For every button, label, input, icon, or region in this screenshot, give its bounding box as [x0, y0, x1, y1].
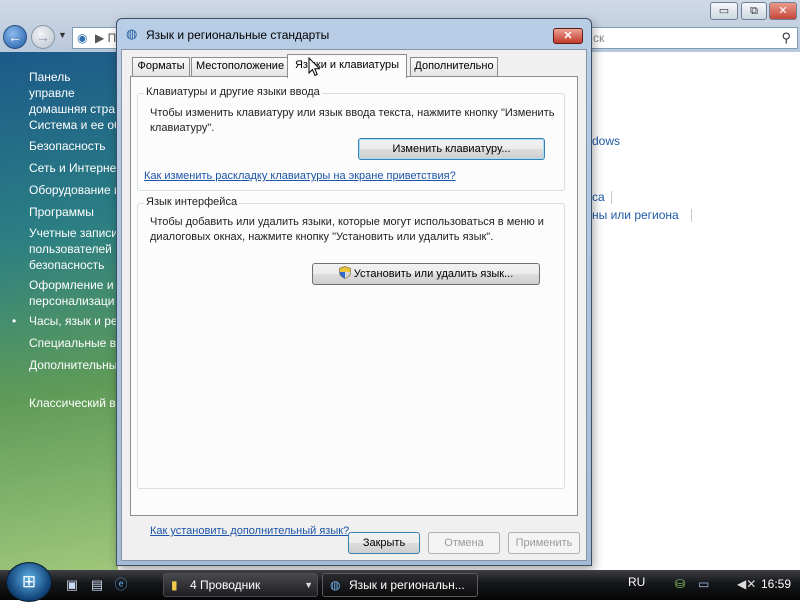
internet-explorer-icon[interactable]: ⓔ [113, 577, 129, 593]
search-input[interactable]: ск ⚲ [590, 27, 798, 49]
search-placeholder: ск [593, 31, 605, 45]
main-link-fragment[interactable]: dows [592, 134, 620, 148]
sidebar-item-home[interactable]: Панель управле домашняя стра [29, 69, 118, 117]
network-icon[interactable]: ⛁ [675, 577, 685, 591]
control-panel-sidebar: Панель управле домашняя стра Система и е… [0, 52, 118, 570]
volume-muted-icon[interactable]: ◀✕ [737, 577, 756, 591]
keyboard-group-title: Клавиатуры и другие языки ввода [144, 86, 322, 98]
apply-button[interactable]: Применить [508, 532, 580, 554]
tab-location[interactable]: Местоположение [191, 57, 289, 76]
keyboard-group: Клавиатуры и другие языки ввода Чтобы из… [137, 86, 565, 191]
main-link-fragment[interactable]: ны или региона [592, 208, 679, 222]
tab-panel: Клавиатуры и другие языки ввода Чтобы из… [130, 76, 578, 516]
forward-arrow-icon[interactable]: → [31, 25, 55, 49]
link-separator [691, 209, 692, 222]
tab-formats[interactable]: Форматы [132, 57, 190, 76]
close-window-button[interactable]: ✕ [769, 2, 797, 20]
change-keyboard-button[interactable]: Изменить клавиатуру... [358, 138, 545, 160]
cancel-button[interactable]: Отмена [428, 532, 500, 554]
display-language-description: Чтобы добавить или удалить языки, которы… [150, 216, 544, 243]
switch-windows-icon[interactable]: ▤ [89, 577, 105, 593]
language-indicator[interactable]: RU [628, 575, 645, 589]
search-icon[interactable]: ⚲ [781, 30, 791, 46]
control-panel-icon: ◉ [77, 31, 88, 45]
sidebar-item-accessibility[interactable]: Специальные в [29, 335, 116, 351]
taskbar-button-explorer[interactable]: ▮ 4 Проводник ▼ [163, 573, 318, 597]
globe-icon: ◍ [330, 578, 341, 592]
sidebar-item-accounts[interactable]: Учетные записи пользователей безопасност… [29, 225, 118, 273]
display-language-group: Язык интерфейса Чтобы добавить или удали… [137, 196, 565, 489]
tab-advanced[interactable]: Дополнительно [410, 57, 498, 76]
region-language-dialog: ◍ Язык и региональные стандарты ✕ Формат… [116, 18, 592, 566]
install-language-label: Установить или удалить язык... [353, 268, 514, 280]
sidebar-item-system[interactable]: Система и ее об [29, 117, 118, 133]
link-separator [611, 191, 612, 204]
sidebar-item-hardware[interactable]: Оборудование и [29, 182, 118, 198]
display-language-group-title: Язык интерфейса [144, 196, 240, 208]
main-link-fragment[interactable]: са [592, 190, 605, 204]
maximize-button[interactable]: ⧉ [741, 2, 767, 20]
uac-shield-icon [338, 266, 351, 279]
history-dropdown-icon[interactable]: ▼ [58, 30, 67, 40]
taskbar-button-region-language[interactable]: ◍ Язык и региональн... [322, 573, 478, 597]
dialog-close-button[interactable]: ✕ [553, 28, 583, 44]
keyboard-layout-help-link[interactable]: Как изменить раскладку клавиатуры на экр… [144, 170, 456, 182]
tab-languages-keyboards[interactable]: Языки и клавиатуры [287, 54, 407, 78]
keyboard-description: Чтобы изменить клавиатуру или язык ввода… [150, 107, 555, 134]
sidebar-item-additional[interactable]: Дополнительны [29, 357, 117, 373]
start-button[interactable]: ⊞ [6, 562, 52, 602]
back-arrow-icon[interactable]: ← [3, 25, 27, 49]
sidebar-item-network[interactable]: Сеть и Интерне [29, 160, 116, 176]
globe-icon: ◍ [126, 26, 138, 41]
address-text: ▶ П [95, 31, 117, 45]
sidebar-item-programs[interactable]: Программы [29, 204, 94, 220]
taskbar: ⊞ ▣ ▤ ⓔ ▮ 4 Проводник ▼ ◍ Язык и региона… [0, 562, 800, 602]
dialog-body: Форматы Местоположение Языки и клавиатур… [121, 49, 587, 561]
install-uninstall-language-button[interactable]: Установить или удалить язык... [312, 263, 540, 285]
mouse-pointer-icon [308, 57, 320, 77]
clock[interactable]: 16:59 [761, 577, 791, 591]
show-desktop-icon[interactable]: ▣ [64, 577, 80, 593]
group-dropdown-icon: ▼ [304, 580, 313, 590]
dialog-title: Язык и региональные стандарты [146, 28, 330, 42]
task-label: 4 Проводник [190, 578, 261, 592]
sidebar-item-clock-language[interactable]: Часы, язык и ре [29, 313, 118, 329]
close-button[interactable]: Закрыть [348, 532, 420, 554]
sidebar-item-security[interactable]: Безопасность [29, 138, 106, 154]
minimize-button[interactable]: ▭ [710, 2, 738, 20]
display-icon[interactable]: ▭ [698, 577, 709, 591]
sidebar-item-classic-view[interactable]: Классический в [29, 395, 116, 411]
current-item-bullet: • [12, 314, 17, 328]
task-label: Язык и региональн... [349, 578, 465, 592]
sidebar-item-appearance[interactable]: Оформление и персонализаци [29, 277, 114, 309]
folder-icon: ▮ [171, 578, 178, 592]
install-language-help-link[interactable]: Как установить дополнительный язык? [150, 525, 349, 537]
